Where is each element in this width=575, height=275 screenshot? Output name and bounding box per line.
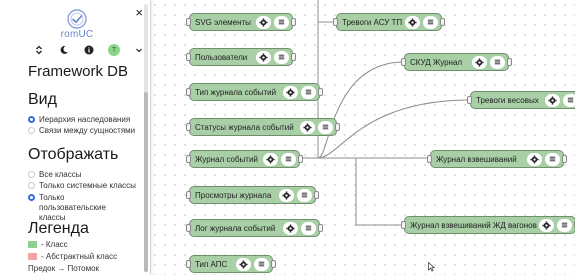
chevron-updown-icon[interactable] — [33, 44, 45, 56]
chevron-down-icon[interactable] — [133, 44, 145, 56]
list-icon[interactable] — [545, 152, 560, 166]
node-label: Журнал взвешиваний ЖД вагонов — [410, 220, 537, 230]
list-icon[interactable] — [301, 221, 316, 235]
app-title: Framework DB — [28, 63, 129, 80]
gear-icon[interactable] — [236, 257, 251, 271]
gear-icon[interactable] — [283, 221, 298, 235]
list-icon[interactable] — [254, 257, 269, 271]
sidebar-panel: × romUC T Framework DB Вид Иерархия насл… — [0, 0, 151, 275]
legend-label: - Класс — [41, 240, 68, 249]
class-node-event-journal-statuses[interactable]: Статусы журнала событий — [186, 118, 340, 136]
gear-icon[interactable] — [472, 55, 487, 69]
legend-label: - Абстрактный класс — [41, 252, 118, 261]
class-node-event-journal-log[interactable]: Лог журнала событий — [186, 219, 323, 237]
radio-label: Только пользовательские классы — [39, 193, 106, 222]
gear-icon[interactable] — [256, 50, 271, 64]
mouse-pointer-icon — [428, 262, 436, 272]
node-label: Лог журнала событий — [195, 223, 276, 233]
list-icon[interactable] — [318, 120, 333, 134]
list-icon[interactable] — [281, 152, 296, 166]
list-icon[interactable] — [274, 15, 289, 29]
node-label: Журнал событий — [195, 154, 258, 164]
radio-system-classes[interactable]: Только системные классы — [28, 181, 136, 191]
radio-label: Иерархия наследования — [39, 115, 131, 124]
radio-label: Все классы — [39, 170, 82, 179]
gear-icon[interactable] — [405, 15, 420, 29]
list-icon[interactable] — [274, 50, 289, 64]
radio-dot[interactable] — [28, 127, 35, 134]
class-node-weighing-journal[interactable]: Журнал взвешиваний — [427, 150, 567, 168]
display-heading: Отображать — [28, 146, 119, 163]
legend-arrow-text: Предок → Потомок — [28, 264, 100, 273]
gear-icon[interactable] — [279, 188, 294, 202]
node-label: Журнал взвешиваний — [436, 154, 517, 164]
sidebar-scrollbar-thumb[interactable] — [144, 92, 148, 272]
class-node-event-journal[interactable]: Журнал событий — [186, 150, 303, 168]
radio-label: Связи между сущностями — [39, 126, 136, 135]
class-node-journal-views[interactable]: Просмотры журнала — [186, 186, 319, 204]
radio-inheritance-hierarchy[interactable]: Иерархия наследования — [28, 115, 130, 125]
node-label: Статусы журнала событий — [195, 122, 294, 132]
class-node-svg[interactable]: SVG элементы — [186, 13, 296, 31]
legend-abstract-class: - Абстрактный класс — [28, 252, 117, 261]
legend-swatch-abstract — [28, 253, 37, 260]
sidebar-toolbar: T — [33, 43, 145, 57]
legend-class: - Класс — [28, 240, 68, 249]
class-node-event-journal-type[interactable]: Тип журнала событий — [186, 83, 323, 101]
node-label: Тип журнала событий — [195, 87, 277, 97]
app-root: SVG элементы Пользователи Тип журнала со… — [0, 0, 575, 275]
logo-text: romUC — [60, 29, 94, 40]
class-node-rail-weighing-journal[interactable]: Журнал взвешиваний ЖД вагонов — [401, 216, 575, 234]
gear-icon[interactable] — [283, 85, 298, 99]
app-logo: romUC — [58, 8, 96, 40]
logo-check-icon — [67, 9, 87, 29]
radio-all-classes[interactable]: Все классы — [28, 170, 81, 180]
node-label: Тревоги весовых — [476, 95, 539, 105]
class-node-users[interactable]: Пользователи — [186, 48, 296, 66]
radio-user-classes[interactable]: Только пользовательские классы — [28, 193, 133, 223]
list-icon[interactable] — [490, 55, 505, 69]
radio-dot[interactable] — [28, 182, 35, 189]
view-heading: Вид — [28, 91, 57, 108]
radio-dot[interactable] — [28, 194, 35, 201]
gear-icon[interactable] — [256, 15, 271, 29]
class-node-asu-alarms[interactable]: Тревоги АСУ ТП — [333, 13, 445, 31]
gear-icon[interactable] — [300, 120, 315, 134]
list-icon[interactable] — [423, 15, 438, 29]
class-node-skud-journal[interactable]: СКУД Журнал — [401, 53, 512, 71]
radio-dot[interactable] — [28, 171, 35, 178]
gear-icon[interactable] — [539, 218, 554, 232]
node-label: Пользователи — [195, 52, 248, 62]
radio-entity-relations[interactable]: Связи между сущностями — [28, 126, 135, 136]
radio-label: Только системные классы — [39, 181, 136, 190]
info-icon[interactable] — [83, 44, 95, 56]
legend-swatch-class — [28, 241, 37, 248]
node-label: Тревоги АСУ ТП — [342, 17, 403, 27]
node-label: Просмотры журнала — [195, 190, 272, 200]
moon-icon[interactable] — [58, 44, 70, 56]
list-icon[interactable] — [563, 93, 575, 107]
list-icon[interactable] — [301, 85, 316, 99]
node-label: СКУД Журнал — [410, 57, 463, 67]
user-avatar[interactable]: T — [108, 44, 120, 56]
node-label: SVG элементы — [195, 17, 251, 27]
class-node-weigher-alarms[interactable]: Тревоги весовых — [467, 91, 575, 109]
node-label: Тип АПС — [195, 259, 228, 269]
list-icon[interactable] — [557, 218, 572, 232]
legend-arrow: Предок → Потомок — [28, 264, 99, 273]
class-node-aps-type[interactable]: Тип АПС — [186, 255, 276, 273]
legend-heading: Легенда — [28, 220, 89, 237]
gear-icon[interactable] — [527, 152, 542, 166]
gear-icon[interactable] — [263, 152, 278, 166]
close-sidebar-button[interactable]: × — [135, 6, 143, 19]
radio-dot[interactable] — [28, 116, 35, 123]
list-icon[interactable] — [297, 188, 312, 202]
gear-icon[interactable] — [545, 93, 560, 107]
